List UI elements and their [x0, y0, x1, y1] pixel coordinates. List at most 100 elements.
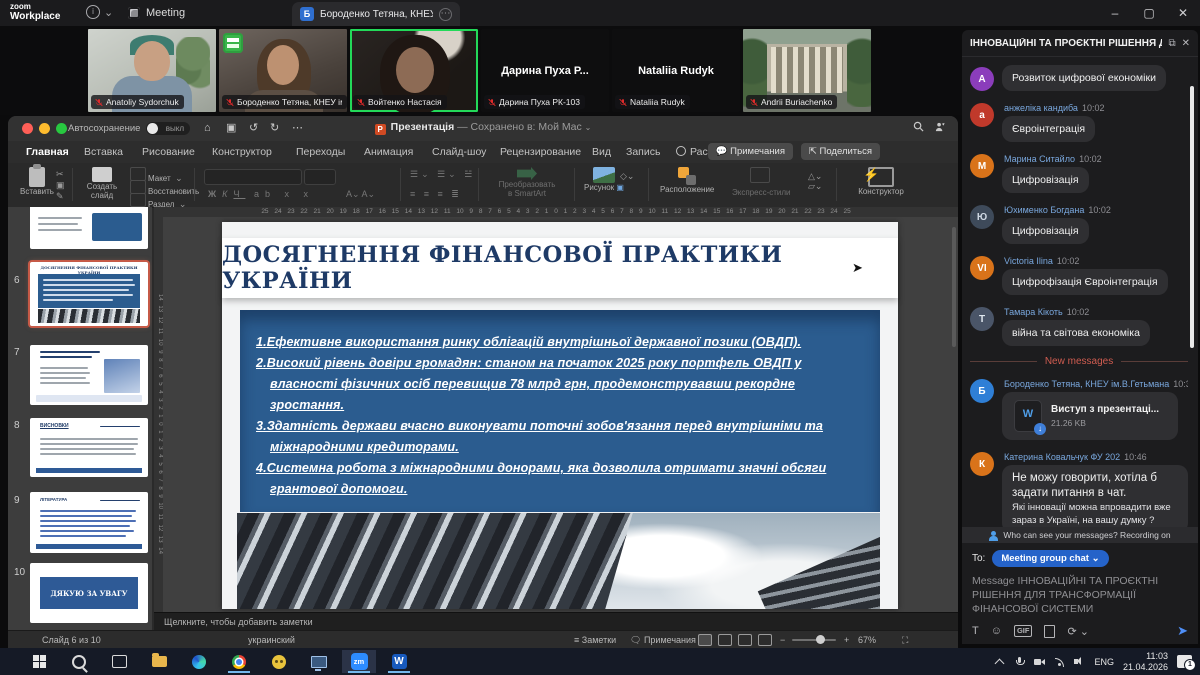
picture-button[interactable]: Рисунок ▣ — [584, 167, 624, 192]
notification-center-icon[interactable]: 1 — [1177, 655, 1192, 668]
this-pc-button[interactable] — [302, 650, 336, 673]
format-painter-icon[interactable]: ✎ — [56, 191, 64, 201]
message-bubble[interactable]: Не можу говорити, хотіла б задати питанн… — [1002, 465, 1188, 527]
zoom-slider[interactable] — [792, 639, 836, 641]
video-tile[interactable]: Anatoliy Sydorchuk — [88, 29, 216, 112]
gif-icon[interactable]: GIF — [1014, 625, 1033, 637]
tab-draw[interactable]: Рисование — [142, 141, 195, 163]
avatar[interactable]: A — [970, 67, 994, 91]
align-buttons[interactable]: ≡ ≡ ≡ ≣ — [410, 189, 462, 199]
send-icon[interactable]: ➤ — [1177, 623, 1188, 639]
avatar[interactable]: К — [970, 452, 994, 476]
paste-button[interactable]: Вставить — [20, 167, 54, 196]
font-name-select[interactable] — [204, 169, 302, 185]
share-button[interactable]: ⇱ Поделиться — [801, 143, 880, 160]
slide-thumbnail-10[interactable]: ДЯКУЮ ЗА УВАГУ — [30, 563, 148, 623]
font-color-buttons[interactable]: A⌄ A⌄ — [346, 189, 375, 199]
message-bubble[interactable]: Цифровізація — [1002, 218, 1089, 244]
task-view-button[interactable] — [102, 650, 136, 673]
chat-close-icon[interactable]: ✕ — [1182, 38, 1190, 49]
maximize-button[interactable]: ▢ — [1132, 0, 1166, 26]
notes-pane[interactable]: Щелкните, чтобы добавить заметки — [154, 612, 958, 630]
tab-review[interactable]: Рецензирование — [500, 141, 581, 163]
download-icon[interactable]: ↓ — [1034, 423, 1046, 435]
tray-expand-icon[interactable] — [994, 656, 1005, 667]
clock[interactable]: 11:0321.04.2026 — [1123, 651, 1168, 673]
screenshot-icon[interactable]: ⟳ ⌄ — [1067, 625, 1089, 638]
tab-slideshow[interactable]: Слайд-шоу — [432, 141, 486, 163]
avatar[interactable]: T — [970, 307, 994, 331]
recipient-selector[interactable]: Meeting group chat ⌄ — [992, 550, 1108, 567]
chevron-down-icon[interactable]: ⌄ — [104, 6, 113, 19]
minimize-button[interactable]: – — [1098, 0, 1132, 26]
list-buttons[interactable]: ☰⌄ ☰⌄ ☱ — [410, 169, 475, 179]
slide-thumbnail-5[interactable] — [30, 207, 148, 249]
popout-icon[interactable]: ⧉ — [1168, 38, 1175, 49]
chrome-button[interactable] — [222, 650, 256, 673]
message-bubble[interactable]: Розвиток цифрової економіки — [1002, 65, 1166, 91]
slide-content-box[interactable]: 1.Ефективне використання ринку облігацій… — [240, 310, 880, 512]
slide-thumbnail-9[interactable]: ЛІТЕРАТУРА — [30, 492, 148, 553]
font-size-select[interactable] — [304, 169, 336, 185]
arrange-button[interactable]: Расположение — [660, 167, 714, 194]
slide-thumbnail-7[interactable] — [30, 345, 148, 405]
message-bubble[interactable]: Євроінтеграція — [1002, 116, 1095, 142]
zoom-out-button[interactable]: − — [780, 631, 785, 649]
video-tile[interactable]: Бороденко Тетяна, КНЕУ ім.В... — [219, 29, 347, 112]
tab-transitions[interactable]: Переходы — [296, 141, 345, 163]
shapes-icon[interactable]: ◇⌄ — [620, 171, 634, 181]
slide-title-box[interactable]: ДОСЯГНЕННЯ ФІНАНСОВОЇ ПРАКТИКИ УКРАЇНИ — [222, 238, 898, 298]
edge-button[interactable] — [182, 650, 216, 673]
file-explorer-button[interactable] — [142, 650, 176, 673]
message-bubble[interactable]: війна та світова економіка — [1002, 320, 1150, 346]
text-format-icon[interactable]: T — [972, 625, 979, 637]
language-indicator[interactable]: украинский — [248, 631, 295, 649]
fit-slide-button[interactable]: ⛶ — [902, 631, 908, 649]
emoji-icon[interactable]: ☺ — [991, 625, 1002, 637]
video-tile[interactable]: Nataliia Rudyk Nataliia Rudyk — [612, 29, 740, 112]
slide-canvas[interactable]: ДОСЯГНЕННЯ ФІНАНСОВОЇ ПРАКТИКИ УКРАЇНИ ➤… — [163, 217, 958, 630]
tab-meeting-window[interactable]: Б Бороденко Тетяна, КНЕУ ім.В.Ге ⋯ — [292, 2, 460, 26]
tab-animations[interactable]: Анимация — [364, 141, 413, 163]
chat-message-list[interactable]: A Розвиток цифрової економіки a анжеліка… — [962, 57, 1198, 527]
avatar[interactable]: Ю — [970, 205, 994, 229]
search-icon[interactable] — [913, 121, 924, 136]
message-bubble[interactable]: Цифрофізація Євроінтеграція — [1002, 269, 1168, 295]
recording-banner[interactable]: Who can see your messages? Recording on — [962, 527, 1198, 543]
normal-view-button[interactable] — [698, 634, 712, 646]
tray-volume-icon[interactable] — [1074, 656, 1085, 667]
copy-icon[interactable]: ▣ — [56, 180, 65, 190]
file-attachment[interactable]: W↓ Виступ з презентаці... 21.26 KB — [1002, 392, 1178, 440]
comments-toggle[interactable]: 🗨 Примечания — [630, 631, 696, 649]
video-tile[interactable]: Andrii Buriachenko — [743, 29, 871, 112]
tab-view[interactable]: Вид — [592, 141, 611, 163]
slide-thumbnail-6-selected[interactable]: ДОСЯГНЕННЯ ФІНАНСОВОЇ ПРАКТИКИ УКРАЇНИ — [30, 262, 148, 326]
video-tile-active-speaker[interactable]: Войтенко Настасія — [350, 29, 478, 112]
tab-design[interactable]: Конструктор — [212, 141, 272, 163]
designer-button[interactable]: ⚡ Конструктор — [846, 167, 916, 196]
zoom-in-button[interactable]: + — [844, 631, 849, 649]
zoom-percent[interactable]: 67% — [858, 631, 876, 649]
font-style-buttons[interactable]: ЖКЧ ab x x — [208, 189, 314, 199]
cut-icon[interactable]: ✂ — [56, 169, 64, 179]
tab-home[interactable]: Главная — [26, 141, 69, 165]
tab-meeting[interactable]: Meeting — [120, 3, 193, 23]
tab-record[interactable]: Запись — [626, 141, 660, 163]
shape-fill-icons[interactable]: △⌄▱⌄ — [808, 171, 822, 191]
zoom-slider-knob[interactable] — [816, 635, 825, 644]
tray-network-icon[interactable] — [1054, 656, 1065, 667]
language-switcher[interactable]: ENG — [1094, 657, 1114, 667]
reading-view-button[interactable] — [738, 634, 752, 646]
message-bubble[interactable]: Цифровізація — [1002, 167, 1089, 193]
start-button[interactable] — [22, 650, 56, 673]
info-icon[interactable]: i — [86, 5, 100, 19]
comments-button[interactable]: 💬 Примечания — [708, 143, 793, 160]
new-slide-button[interactable]: Создать слайд — [80, 167, 124, 200]
avatar[interactable]: M — [970, 154, 994, 178]
slide-thumbnail-panel[interactable]: 6 ДОСЯГНЕННЯ ФІНАНСОВОЇ ПРАКТИКИ УКРАЇНИ… — [8, 207, 152, 630]
slide[interactable]: ДОСЯГНЕННЯ ФІНАНСОВОЇ ПРАКТИКИ УКРАЇНИ ➤… — [222, 222, 898, 609]
taskbar-search[interactable] — [62, 650, 96, 673]
avatar[interactable]: a — [970, 103, 994, 127]
smartart-button[interactable]: Преобразоватьв SmartArt — [486, 167, 568, 198]
video-tile[interactable]: Дарина Пуха Р... Дарина Пуха РК-103 — [481, 29, 609, 112]
